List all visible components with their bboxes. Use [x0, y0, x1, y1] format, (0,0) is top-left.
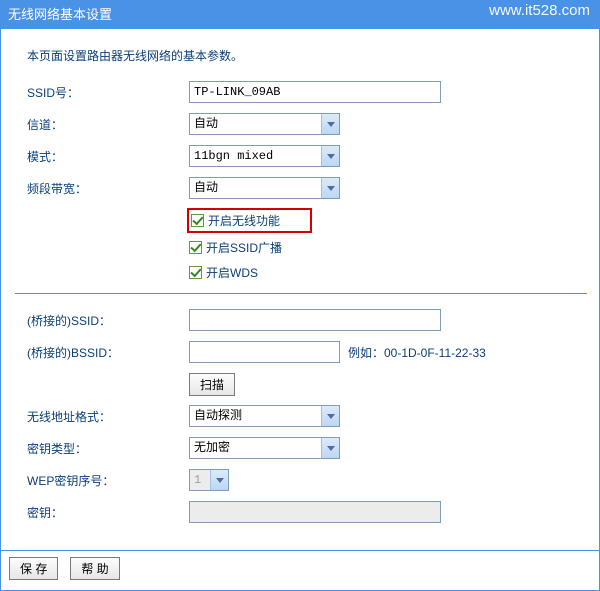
- enable-ssid-bcast-row: 开启SSID广播: [189, 239, 587, 256]
- enable-wds-checkbox[interactable]: [189, 266, 202, 279]
- chevron-down-icon: [321, 438, 339, 458]
- label-key: 密钥：: [27, 504, 189, 521]
- label-bandwidth: 频段带宽：: [27, 180, 189, 197]
- label-key-type: 密钥类型：: [27, 440, 189, 457]
- addr-fmt-value: 自动探测: [190, 406, 339, 426]
- panel-header: 无线网络基本设置 www.it528.com: [0, 0, 600, 29]
- enable-wds-label: 开启WDS: [206, 264, 258, 281]
- enable-wireless-row: 开启无线功能: [187, 208, 312, 233]
- save-button[interactable]: 保 存: [9, 557, 58, 580]
- help-button[interactable]: 帮 助: [70, 557, 119, 580]
- chevron-down-icon: [321, 146, 339, 166]
- mode-value: 11bgn mixed: [190, 146, 339, 166]
- enable-wireless-checkbox[interactable]: [191, 214, 204, 227]
- panel-body: 本页面设置路由器无线网络的基本参数。 SSID号： 信道： 自动 模式： 11b…: [0, 29, 600, 551]
- channel-value: 自动: [190, 114, 339, 134]
- enable-wds-row: 开启WDS: [189, 264, 587, 281]
- label-ssid: SSID号：: [27, 84, 189, 101]
- enable-ssid-bcast-label: 开启SSID广播: [206, 239, 282, 256]
- mode-select[interactable]: 11bgn mixed: [189, 145, 340, 167]
- label-bridge-bssid: (桥接的)BSSID：: [27, 344, 189, 361]
- scan-button[interactable]: 扫描: [189, 373, 235, 396]
- key-type-select[interactable]: 无加密: [189, 437, 340, 459]
- intro-text: 本页面设置路由器无线网络的基本参数。: [27, 47, 587, 64]
- label-wep-idx: WEP密钥序号：: [27, 472, 189, 489]
- panel-title: 无线网络基本设置: [8, 7, 112, 22]
- addr-fmt-select[interactable]: 自动探测: [189, 405, 340, 427]
- chevron-down-icon: [321, 178, 339, 198]
- bridge-ssid-input[interactable]: [189, 309, 441, 331]
- label-mode: 模式：: [27, 148, 189, 165]
- bandwidth-value: 自动: [190, 178, 339, 198]
- chevron-down-icon: [321, 406, 339, 426]
- bridge-bssid-input[interactable]: [189, 341, 340, 363]
- wep-index-select: 1: [189, 469, 229, 491]
- bssid-example-hint: 例如：00-1D-0F-11-22-33: [348, 344, 486, 361]
- chevron-down-icon: [210, 470, 228, 490]
- ssid-input[interactable]: [189, 81, 441, 103]
- label-channel: 信道：: [27, 116, 189, 133]
- label-bridge-ssid: (桥接的)SSID：: [27, 312, 189, 329]
- chevron-down-icon: [321, 114, 339, 134]
- enable-ssid-bcast-checkbox[interactable]: [189, 241, 202, 254]
- label-addr-fmt: 无线地址格式：: [27, 408, 189, 425]
- bandwidth-select[interactable]: 自动: [189, 177, 340, 199]
- enable-wireless-label: 开启无线功能: [208, 212, 280, 229]
- key-type-value: 无加密: [190, 438, 339, 458]
- key-input: [189, 501, 441, 523]
- watermark: www.it528.com: [489, 2, 590, 19]
- footer-bar: 保 存 帮 助: [0, 551, 600, 591]
- separator: [15, 293, 587, 294]
- channel-select[interactable]: 自动: [189, 113, 340, 135]
